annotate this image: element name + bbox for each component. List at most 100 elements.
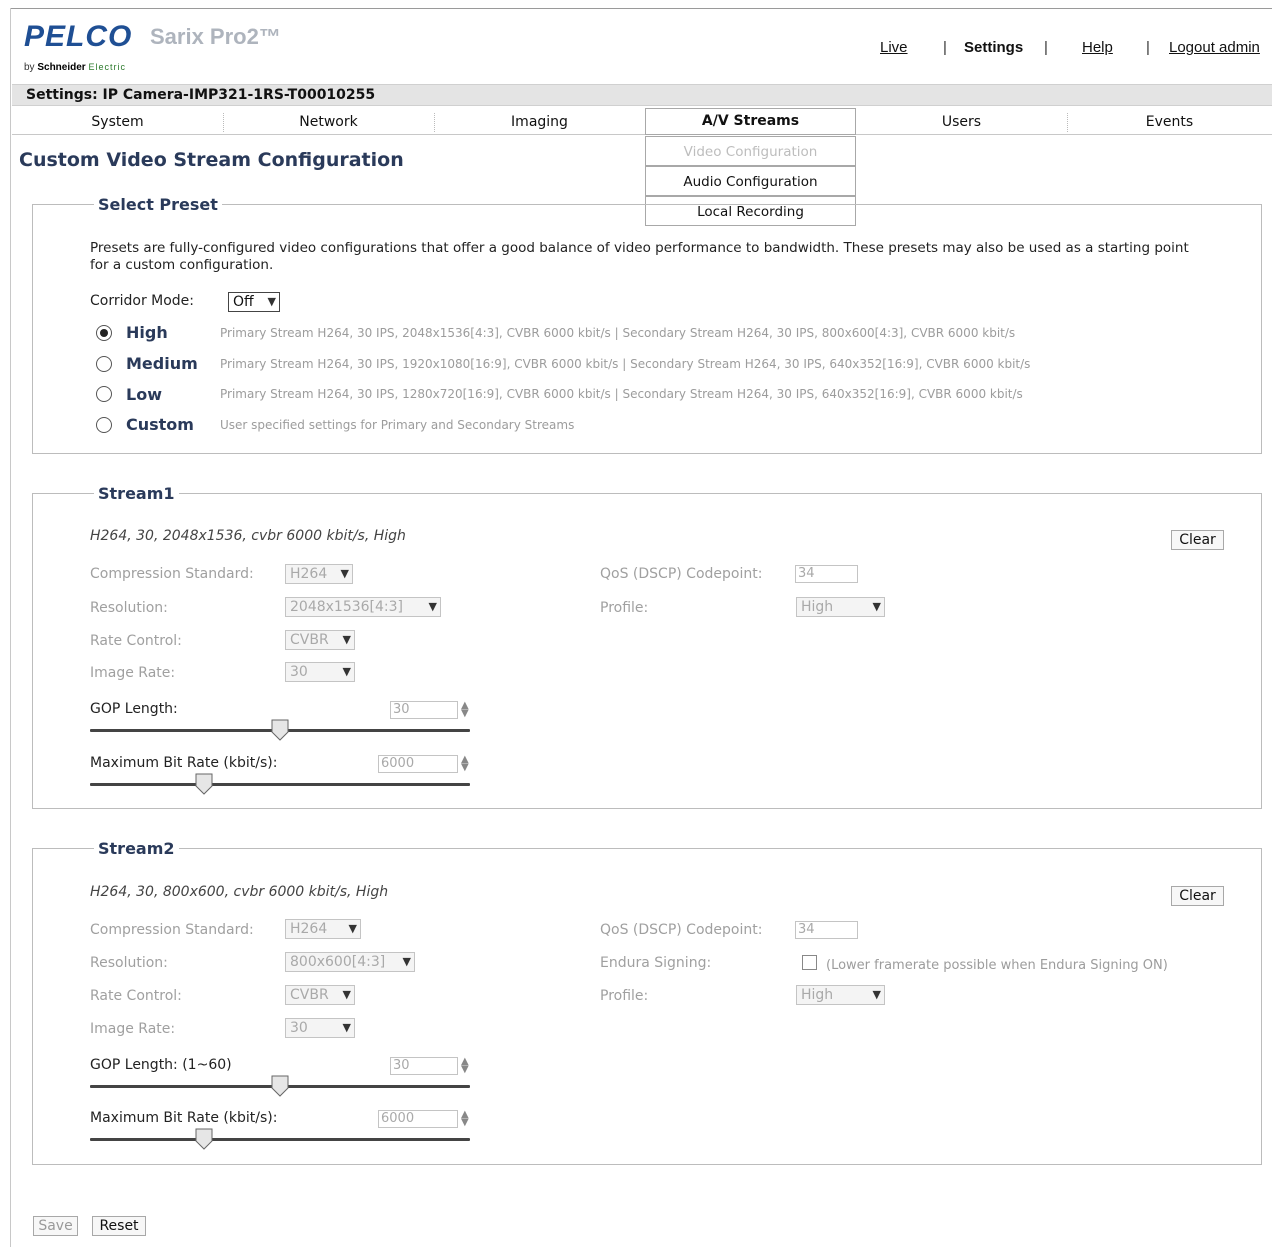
- reset-button[interactable]: Reset: [92, 1216, 146, 1236]
- s1-rate-control-select[interactable]: CVBR ▼: [285, 630, 355, 650]
- s2-bitrate-input[interactable]: 6000: [378, 1110, 458, 1128]
- tab-av-streams[interactable]: A/V Streams: [645, 108, 856, 135]
- s2-gop-input[interactable]: 30: [390, 1057, 458, 1075]
- chevron-down-icon: ▼: [428, 600, 437, 613]
- main-tabs: System Network Imaging A/V Streams Users…: [12, 108, 1272, 135]
- s1-bitrate-spinner-icon[interactable]: ▲ ▼: [461, 755, 469, 773]
- corridor-mode-select[interactable]: Off ▼: [228, 292, 280, 312]
- s2-profile-select[interactable]: High ▼: [796, 985, 885, 1005]
- settings-link[interactable]: Settings: [964, 39, 1023, 56]
- settings-bar: Settings: IP Camera-IMP321-1RS-T00010255: [12, 84, 1272, 106]
- s1-gop-label: GOP Length:: [90, 701, 178, 717]
- s2-gop-slider-thumb[interactable]: [271, 1075, 289, 1097]
- s1-qos-label: QoS (DSCP) Codepoint:: [600, 566, 763, 582]
- s2-resolution-label: Resolution:: [90, 955, 168, 971]
- s1-gop-input[interactable]: 30: [390, 701, 458, 719]
- save-button[interactable]: Save: [33, 1216, 78, 1236]
- s1-resolution-select[interactable]: 2048x1536[4:3] ▼: [285, 597, 441, 617]
- logout-link[interactable]: Logout admin: [1169, 39, 1260, 56]
- s1-bitrate-slider-thumb[interactable]: [195, 773, 213, 795]
- preset-low-label[interactable]: Low: [126, 385, 162, 404]
- stream2-summary: H264, 30, 800x600, cvbr 6000 kbit/s, Hig…: [90, 884, 389, 900]
- preset-medium-label[interactable]: Medium: [126, 354, 198, 373]
- byline-suffix: Electric: [88, 62, 126, 72]
- s2-compression-select[interactable]: H264 ▼: [285, 919, 361, 939]
- chevron-down-icon: ▼: [342, 988, 351, 1001]
- preset-custom-label[interactable]: Custom: [126, 415, 194, 434]
- preset-low-radio[interactable]: [96, 386, 112, 402]
- s1-resolution-value: 2048x1536[4:3]: [290, 599, 403, 615]
- s2-rate-control-label: Rate Control:: [90, 988, 182, 1004]
- chevron-down-icon: ▼: [340, 567, 349, 580]
- s1-image-rate-value: 30: [290, 664, 308, 680]
- s1-compression-value: H264: [290, 566, 328, 582]
- s1-profile-label: Profile:: [600, 600, 649, 616]
- s2-profile-value: High: [801, 987, 834, 1003]
- s1-image-rate-label: Image Rate:: [90, 665, 176, 681]
- tab-users[interactable]: Users: [856, 110, 1067, 135]
- s2-endura-checkbox[interactable]: [802, 955, 817, 970]
- s2-gop-spinner-icon[interactable]: ▲ ▼: [461, 1057, 469, 1075]
- s1-qos-input[interactable]: 34: [795, 565, 858, 583]
- s2-image-rate-label: Image Rate:: [90, 1021, 176, 1037]
- top-border: [10, 8, 1272, 9]
- s1-compression-select[interactable]: H264 ▼: [285, 564, 353, 584]
- s2-resolution-select[interactable]: 800x600[4:3] ▼: [285, 952, 415, 972]
- s1-bitrate-slider-track[interactable]: [90, 783, 470, 786]
- nav-separator: |: [1044, 39, 1048, 56]
- byline-brand: Schneider: [37, 62, 86, 73]
- menu-video-configuration[interactable]: Video Configuration: [645, 136, 856, 166]
- help-link[interactable]: Help: [1082, 39, 1113, 56]
- s2-rate-control-value: CVBR: [290, 987, 329, 1003]
- preset-high-label[interactable]: High: [126, 323, 168, 342]
- schneider-byline: by Schneider Electric: [24, 62, 126, 73]
- s2-image-rate-select[interactable]: 30 ▼: [285, 1018, 355, 1038]
- s1-gop-slider-thumb[interactable]: [271, 719, 289, 741]
- menu-audio-configuration[interactable]: Audio Configuration: [645, 166, 856, 196]
- preset-description: Presets are fully-configured video confi…: [90, 240, 1189, 273]
- s2-rate-control-select[interactable]: CVBR ▼: [285, 985, 355, 1005]
- s1-resolution-label: Resolution:: [90, 600, 168, 616]
- s2-endura-note: (Lower framerate possible when Endura Si…: [826, 958, 1168, 973]
- tab-network[interactable]: Network: [223, 110, 434, 135]
- tab-imaging[interactable]: Imaging: [434, 110, 645, 135]
- s2-bitrate-slider-track[interactable]: [90, 1138, 470, 1141]
- s2-resolution-value: 800x600[4:3]: [290, 954, 386, 970]
- pelco-logo: PELCO: [24, 20, 133, 53]
- chevron-down-icon: ▼: [348, 922, 357, 935]
- s1-bitrate-input[interactable]: 6000: [378, 755, 458, 773]
- s2-bitrate-spinner-icon[interactable]: ▲ ▼: [461, 1110, 469, 1128]
- stream1-legend: Stream1: [94, 484, 179, 503]
- s1-image-rate-select[interactable]: 30 ▼: [285, 662, 355, 682]
- preset-high-radio[interactable]: [96, 325, 112, 341]
- s2-bitrate-label: Maximum Bit Rate (kbit/s):: [90, 1110, 278, 1126]
- s1-profile-select[interactable]: High ▼: [796, 597, 885, 617]
- s1-bitrate-label: Maximum Bit Rate (kbit/s):: [90, 755, 278, 771]
- nav-separator: |: [943, 39, 947, 56]
- settings-title: Settings: IP Camera-IMP321-1RS-T00010255: [26, 87, 376, 103]
- s2-profile-label: Profile:: [600, 988, 649, 1004]
- s1-profile-value: High: [801, 599, 834, 615]
- preset-high-desc: Primary Stream H264, 30 IPS, 2048x1536[4…: [220, 326, 1016, 340]
- stream1-clear-button[interactable]: Clear: [1171, 530, 1224, 550]
- s1-compression-label: Compression Standard:: [90, 566, 254, 582]
- corridor-mode-label: Corridor Mode:: [90, 293, 195, 309]
- s2-bitrate-slider-thumb[interactable]: [195, 1128, 213, 1150]
- preset-medium-radio[interactable]: [96, 356, 112, 372]
- preset-custom-desc: User specified settings for Primary and …: [220, 418, 575, 432]
- preset-custom-radio[interactable]: [96, 417, 112, 433]
- s1-rate-control-value: CVBR: [290, 632, 329, 648]
- live-link[interactable]: Live: [880, 39, 908, 56]
- product-name: Sarix Pro2™: [150, 24, 281, 49]
- stream2-clear-button[interactable]: Clear: [1171, 886, 1224, 906]
- tab-events[interactable]: Events: [1067, 110, 1272, 135]
- tab-system[interactable]: System: [12, 110, 223, 135]
- corridor-mode-value: Off: [233, 294, 254, 310]
- stream2-legend: Stream2: [94, 839, 179, 858]
- s2-compression-value: H264: [290, 921, 328, 937]
- nav-separator: |: [1146, 39, 1150, 56]
- s2-endura-label: Endura Signing:: [600, 955, 712, 971]
- s1-gop-spinner-icon[interactable]: ▲ ▼: [461, 701, 469, 719]
- chevron-down-icon: ▼: [342, 665, 351, 678]
- s2-qos-input[interactable]: 34: [795, 921, 858, 939]
